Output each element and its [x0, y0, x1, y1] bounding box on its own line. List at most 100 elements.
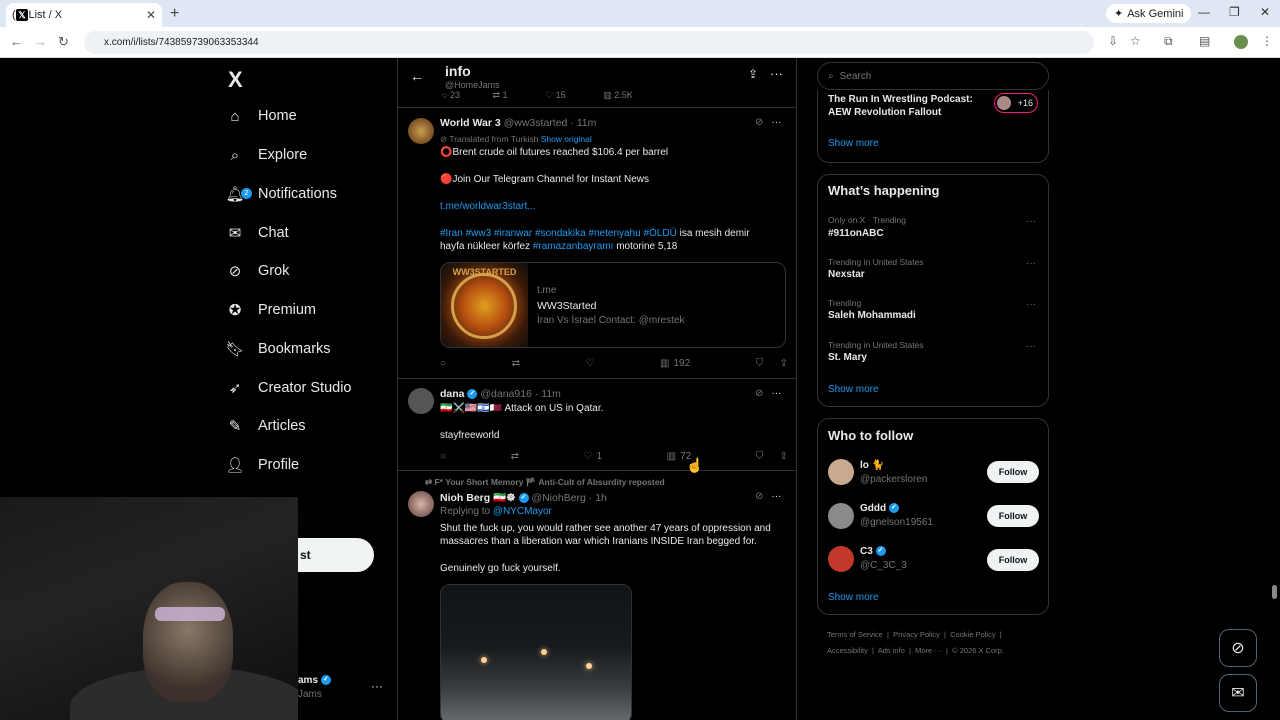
hashtag[interactable]: #ramazanbayramı	[533, 241, 614, 252]
footer-link[interactable]: Accessibility	[827, 646, 868, 655]
tweet-media-image[interactable]	[440, 584, 632, 720]
bookmark-icon[interactable]: ⛉	[756, 451, 764, 462]
nav-notifications[interactable]: 🔔︎ 2 Notifications	[225, 179, 337, 209]
tweet[interactable]: World War 3 @ww3started · 11m ⊘ ··· ⊘ Tra…	[398, 108, 796, 379]
tweet-more-icon[interactable]: ···	[771, 388, 781, 399]
share-icon[interactable]: ⇪	[780, 451, 788, 462]
trend-name[interactable]: #911onABC	[828, 228, 884, 239]
restore-icon[interactable]: ❐	[1229, 5, 1240, 19]
avatar[interactable]	[828, 459, 854, 485]
reply-icon[interactable]: ○	[440, 451, 446, 462]
views-icon[interactable]: ▥	[603, 90, 612, 100]
extensions-icon[interactable]: ⧉	[1164, 34, 1173, 49]
tweet-author[interactable]: dana ✓ @dana916 · 11m	[440, 388, 561, 400]
avatar[interactable]	[408, 118, 434, 144]
tweet-author[interactable]: Nioh Berg 🇮🇷☸ ✓ @NiohBerg · 1h	[440, 491, 607, 504]
views-button[interactable]: ▥ 192	[660, 358, 690, 369]
trend-name[interactable]: Nexstar	[828, 269, 865, 280]
nav-bookmarks[interactable]: 🔖︎ Bookmarks	[225, 334, 330, 364]
tweet[interactable]: ⇄ F* Your Short Memory 🏴 Anti-Cult of Ab…	[398, 471, 796, 720]
close-tab-icon[interactable]: ✕	[146, 8, 156, 22]
avatar[interactable]	[408, 388, 434, 414]
trend-more-icon[interactable]: ···	[1026, 258, 1036, 269]
repost-icon[interactable]: ⇄	[511, 451, 519, 462]
tweet-more-icon[interactable]: ···	[771, 117, 781, 128]
reply-icon[interactable]: ○	[442, 90, 447, 100]
more-icon[interactable]: ···	[770, 66, 783, 81]
space-item[interactable]: The Run In Wrestling Podcast: AEW Revolu…	[818, 93, 1048, 123]
back-arrow-icon[interactable]: ←	[410, 68, 424, 84]
browser-tab[interactable]: 𝕏 (2) List / X ✕	[6, 3, 162, 27]
avatar[interactable]	[828, 546, 854, 572]
footer-link[interactable]: Privacy Policy	[893, 630, 940, 639]
show-more-link[interactable]: Show more	[828, 592, 879, 603]
search-box[interactable]: ⌕ Search	[817, 62, 1049, 90]
trend-name[interactable]: Saleh Mohammadi	[828, 310, 916, 321]
follow-button[interactable]: Follow	[987, 549, 1039, 571]
like-button[interactable]: ♡ 1	[584, 451, 603, 462]
telegram-link[interactable]: t.me/worldwar3start...	[440, 201, 536, 212]
sidepanel-icon[interactable]: ▤	[1199, 34, 1210, 48]
nav-explore[interactable]: ⌕ Explore	[226, 140, 307, 170]
trend-more-icon[interactable]: ···	[1026, 341, 1036, 352]
footer-link[interactable]: More ···	[915, 646, 942, 655]
trend-name[interactable]: St. Mary	[828, 352, 867, 363]
like-icon[interactable]: ♡	[586, 358, 595, 369]
follow-user-name[interactable]: Gddd ✓	[860, 503, 899, 514]
back-icon[interactable]: ←	[10, 34, 23, 49]
browser-profile-avatar[interactable]	[1234, 35, 1248, 49]
post-button[interactable]: st	[298, 538, 374, 572]
reply-icon[interactable]: ○	[440, 358, 446, 369]
footer-link[interactable]: Cookie Policy	[950, 630, 995, 639]
tweet-author[interactable]: World War 3 @ww3started · 11m	[440, 117, 596, 129]
replying-to-link[interactable]: @NYCMayor	[493, 506, 552, 517]
browser-menu-icon[interactable]: ⋮	[1261, 34, 1273, 48]
nav-premium[interactable]: ✪ Premium	[226, 295, 316, 325]
grok-icon[interactable]: ⊘	[755, 388, 763, 399]
install-icon[interactable]: ⇩	[1108, 34, 1118, 48]
nav-creator-studio[interactable]: ➶ Creator Studio	[226, 373, 352, 403]
nav-chat[interactable]: ✉ Chat	[226, 218, 289, 248]
ask-gemini-button[interactable]: ✦ Ask Gemini	[1106, 4, 1192, 23]
trend-more-icon[interactable]: ···	[1026, 299, 1036, 310]
hashtags[interactable]: #Iran #ww3 #iranwar #sondakika #netenyah…	[440, 228, 677, 239]
share-icon[interactable]: ⇪	[748, 67, 758, 81]
footer-link[interactable]: Terms of Service	[827, 630, 883, 639]
account-name[interactable]: ams ✓	[298, 675, 331, 686]
messages-fab-icon[interactable]: ✉	[1219, 674, 1257, 712]
account-more-icon[interactable]: ···	[371, 679, 383, 693]
url-field[interactable]: x.com/i/lists/743859739063353344	[84, 31, 1094, 54]
show-more-link[interactable]: Show more	[828, 138, 879, 149]
forward-icon[interactable]: →	[34, 34, 47, 49]
close-window-icon[interactable]: ✕	[1260, 5, 1270, 19]
bookmark-star-icon[interactable]: ☆	[1130, 34, 1141, 48]
scrollbar-thumb[interactable]	[1272, 585, 1277, 599]
grok-fab-icon[interactable]: ⊘	[1219, 629, 1257, 667]
trend-more-icon[interactable]: ···	[1026, 216, 1036, 227]
repost-icon[interactable]: ⇄	[512, 358, 520, 369]
follow-button[interactable]: Follow	[987, 505, 1039, 527]
show-original-link[interactable]: Show original	[541, 134, 592, 144]
avatar[interactable]	[408, 491, 434, 517]
minimize-icon[interactable]: —	[1198, 5, 1210, 19]
bookmark-icon[interactable]: ⛉	[756, 358, 764, 369]
x-logo-icon[interactable]: X	[228, 67, 243, 93]
nav-profile[interactable]: 👤︎ Profile	[225, 450, 299, 480]
new-tab-icon[interactable]: +	[170, 5, 179, 23]
tweet[interactable]: dana ✓ @dana916 · 11m ⊘ ··· 🇮🇷⚔️🇺🇸🇮🇱🇶🇦 At…	[398, 379, 796, 471]
share-icon[interactable]: ⇪	[780, 358, 788, 369]
grok-icon[interactable]: ⊘	[755, 491, 763, 502]
tweet-more-icon[interactable]: ···	[771, 491, 781, 502]
reload-icon[interactable]: ↻	[58, 34, 69, 50]
avatar[interactable]	[828, 503, 854, 529]
follow-user-name[interactable]: C3 ✓	[860, 546, 886, 557]
footer-link[interactable]: Ads info	[878, 646, 905, 655]
link-card[interactable]: WW3STARTED t.me WW3Started İran Vs İsrae…	[440, 262, 786, 348]
repost-icon[interactable]: ⇄	[492, 90, 500, 100]
follow-user-name[interactable]: lo 🐈	[860, 460, 884, 471]
show-more-link[interactable]: Show more	[828, 384, 879, 395]
follow-button[interactable]: Follow	[987, 461, 1039, 483]
grok-icon[interactable]: ⊘	[755, 117, 763, 128]
nav-home[interactable]: ⌂ Home	[226, 101, 296, 131]
like-icon[interactable]: ♡	[545, 90, 553, 100]
